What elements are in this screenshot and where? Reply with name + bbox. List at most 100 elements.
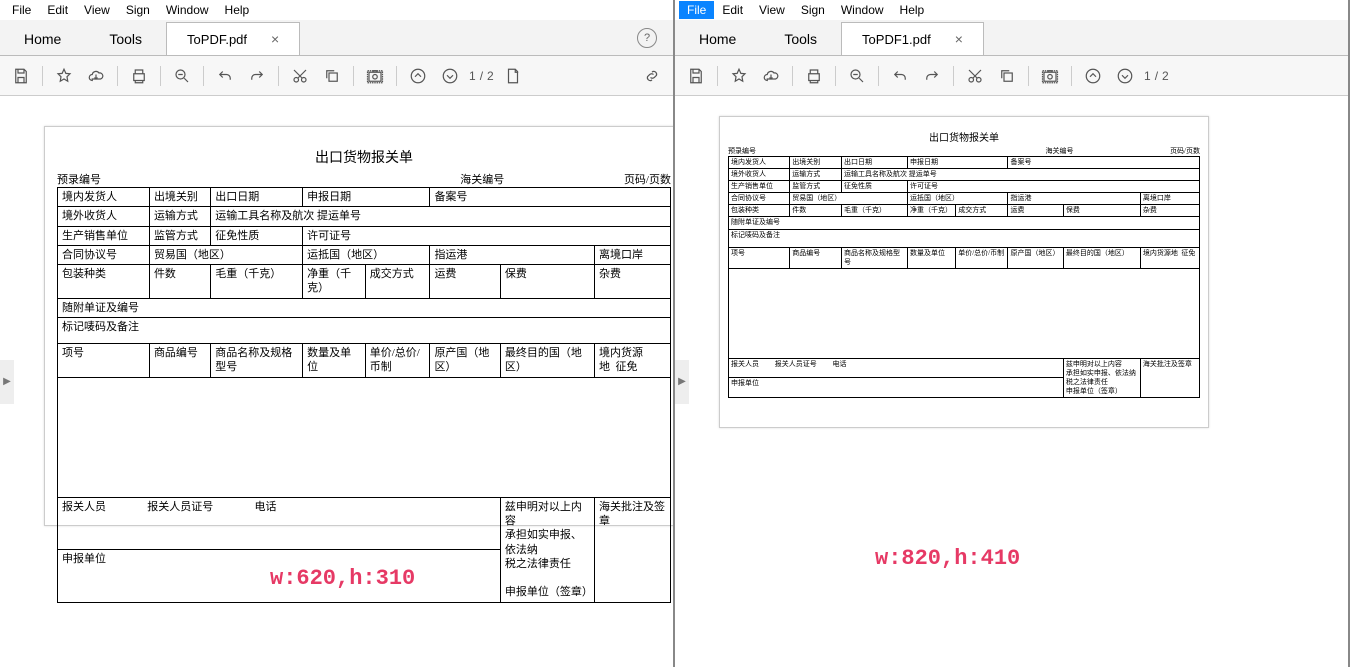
page-down-icon[interactable]	[437, 63, 463, 89]
cell: 运输工具名称及航次 提运单号	[842, 169, 1200, 181]
menu-file[interactable]: File	[679, 1, 714, 19]
cell: 离境口岸	[595, 245, 671, 264]
menu-window[interactable]: Window	[158, 1, 217, 19]
cell: 随附单证及编号	[58, 298, 671, 317]
cell: 包装种类	[729, 205, 790, 217]
page-total: 2	[487, 69, 494, 83]
decl-line: 税之法律责任	[1066, 378, 1108, 386]
cell: 净重（千克）	[303, 265, 366, 299]
menu-sign[interactable]: Sign	[793, 1, 833, 19]
cell: 申报单位	[729, 378, 1064, 398]
menu-view[interactable]: View	[751, 1, 793, 19]
left-window: File Edit View Sign Window Help Home Too…	[0, 0, 675, 667]
undo-icon[interactable]	[887, 63, 913, 89]
cell: 数量及单位	[303, 344, 366, 378]
save-icon[interactable]	[8, 63, 34, 89]
document-tab[interactable]: ToPDF.pdf ×	[166, 22, 300, 55]
menu-edit[interactable]: Edit	[39, 1, 76, 19]
cell: 许可证号	[907, 181, 1199, 193]
separator	[42, 66, 43, 86]
cut-icon[interactable]	[287, 63, 313, 89]
menu-edit[interactable]: Edit	[714, 1, 751, 19]
cut-icon[interactable]	[962, 63, 988, 89]
cell: 商品编号	[790, 247, 842, 268]
redo-icon[interactable]	[919, 63, 945, 89]
dimension-overlay: w:620,h:310	[270, 566, 415, 591]
star-icon[interactable]	[726, 63, 752, 89]
separator	[717, 66, 718, 86]
cell: 保费	[500, 265, 594, 299]
dimension-overlay: w:820,h:410	[875, 546, 1020, 571]
separator	[117, 66, 118, 86]
zoom-out-icon[interactable]	[844, 63, 870, 89]
cloud-icon[interactable]	[758, 63, 784, 89]
cell: 运输方式	[790, 169, 842, 181]
redo-icon[interactable]	[244, 63, 270, 89]
print-icon[interactable]	[801, 63, 827, 89]
cell: 标记唛码及备注	[58, 318, 671, 344]
cell: 杂费	[1140, 205, 1199, 217]
close-icon[interactable]: ×	[271, 31, 279, 47]
cell: 境外收货人	[58, 207, 150, 226]
tab-bar: Home Tools ToPDF1.pdf ×	[675, 20, 1348, 56]
snapshot-icon[interactable]	[1037, 63, 1063, 89]
copy-icon[interactable]	[319, 63, 345, 89]
menu-help[interactable]: Help	[217, 1, 258, 19]
document-tab-label: ToPDF.pdf	[187, 32, 247, 47]
page-current[interactable]: 1	[469, 69, 476, 83]
pdf-page: 出口货物报关单 预录编号 海关编号 页码/页数 境内发货人出境关别出口日期申报日…	[719, 116, 1209, 428]
tab-home[interactable]: Home	[0, 23, 85, 55]
save-icon[interactable]	[683, 63, 709, 89]
page-down-icon[interactable]	[1112, 63, 1138, 89]
menu-window[interactable]: Window	[833, 1, 892, 19]
items-area	[729, 268, 1200, 358]
cloud-icon[interactable]	[83, 63, 109, 89]
tab-tools[interactable]: Tools	[760, 23, 841, 55]
document-tab[interactable]: ToPDF1.pdf ×	[841, 22, 984, 55]
page-up-icon[interactable]	[1080, 63, 1106, 89]
page-current[interactable]: 1	[1144, 69, 1151, 83]
menu-view[interactable]: View	[76, 1, 118, 19]
menu-file[interactable]: File	[4, 1, 39, 19]
cell-text: 报关人员证号	[147, 501, 213, 513]
panel-expand-icon[interactable]: ▶	[0, 360, 14, 404]
zoom-out-icon[interactable]	[169, 63, 195, 89]
cell: 生产销售单位	[729, 181, 790, 193]
cell: 备案号	[430, 188, 671, 207]
page-label: 页码/页数	[1170, 146, 1200, 156]
decl-line: 申报单位（签章）	[1066, 387, 1122, 395]
snapshot-icon[interactable]	[362, 63, 388, 89]
cell: 申报日期	[907, 157, 1008, 169]
print-icon[interactable]	[126, 63, 152, 89]
cell: 保费	[1063, 205, 1140, 217]
tab-tools[interactable]: Tools	[85, 23, 166, 55]
separator	[1071, 66, 1072, 86]
cell: 商品名称及规格型号	[211, 344, 303, 378]
panel-expand-icon[interactable]: ▶	[675, 360, 689, 404]
undo-icon[interactable]	[212, 63, 238, 89]
separator	[792, 66, 793, 86]
star-icon[interactable]	[51, 63, 77, 89]
tab-home[interactable]: Home	[675, 23, 760, 55]
page-up-icon[interactable]	[405, 63, 431, 89]
cell: 运费	[1008, 205, 1063, 217]
menu-help[interactable]: Help	[892, 1, 933, 19]
cell: 最终目的国（地区）	[1063, 247, 1140, 268]
close-icon[interactable]: ×	[955, 31, 963, 47]
cell-text: 征免	[616, 361, 638, 373]
cell-text: 境内货源地	[1143, 249, 1178, 257]
menu-sign[interactable]: Sign	[118, 1, 158, 19]
cell-text: 电话	[255, 501, 277, 513]
cell: 杂费	[595, 265, 671, 299]
cell: 出境关别	[149, 188, 210, 207]
copy-icon[interactable]	[994, 63, 1020, 89]
pre-no-label: 预录编号	[728, 146, 949, 156]
link-icon[interactable]	[639, 63, 665, 89]
cell: 境内发货人	[729, 157, 790, 169]
cell: 境外收货人	[729, 169, 790, 181]
cell: 出境关别	[790, 157, 842, 169]
cell: 原产国（地区）	[1008, 247, 1063, 268]
page-icon[interactable]	[500, 63, 526, 89]
help-icon[interactable]: ?	[637, 28, 657, 48]
toolbar: 1 / 2	[675, 56, 1348, 96]
